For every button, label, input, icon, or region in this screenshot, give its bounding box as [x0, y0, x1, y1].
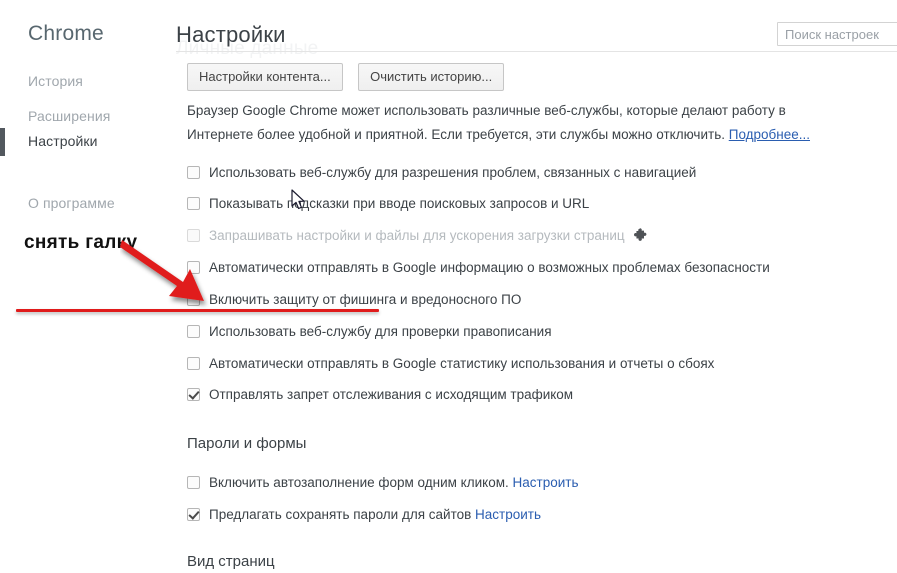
checkbox-row-do-not-track[interactable]: Отправлять запрет отслеживания с исходящ…	[187, 385, 573, 405]
checkbox-label: Автоматически отправлять в Google статис…	[209, 356, 715, 371]
checkbox-row-autofill[interactable]: Включить автозаполнение форм одним клико…	[187, 473, 578, 493]
checkbox-row-phishing-protection[interactable]: Включить защиту от фишинга и вредоносног…	[187, 290, 521, 310]
checkbox-row-prefetch: Запрашивать настройки и файлы для ускоре…	[187, 226, 649, 246]
search-input[interactable]	[778, 23, 897, 45]
header-divider	[176, 51, 897, 52]
clear-history-button[interactable]: Очистить историю...	[358, 63, 505, 91]
checkbox-label: Включить автозаполнение форм одним клико…	[209, 475, 509, 490]
checkbox-row-spellcheck[interactable]: Использовать веб-службу для проверки пра…	[187, 322, 552, 342]
chrome-brand-label: Chrome	[28, 22, 104, 45]
sidebar-item-settings[interactable]: Настройки	[28, 133, 98, 149]
checkbox-spellcheck[interactable]	[187, 325, 200, 338]
sidebar-item-about[interactable]: О программе	[28, 195, 115, 211]
search-settings-box[interactable]	[777, 22, 897, 46]
checkbox-label: Автоматически отправлять в Google информ…	[209, 260, 770, 275]
checkbox-navigation-errors[interactable]	[187, 166, 200, 179]
checkbox-row-navigation-errors[interactable]: Использовать веб-службу для разрешения п…	[187, 163, 696, 183]
checkbox-label: Использовать веб-службу для проверки пра…	[209, 324, 552, 339]
passwords-section-heading: Пароли и формы	[187, 435, 307, 452]
mouse-cursor-icon	[291, 189, 306, 215]
passwords-settings-link[interactable]: Настроить	[475, 507, 541, 522]
checkbox-usage-stats[interactable]	[187, 357, 200, 370]
sidebar-item-extensions[interactable]: Расширения	[28, 108, 110, 124]
privacy-description-text: Браузер Google Chrome может использовать…	[187, 103, 786, 142]
page-title: Настройки	[176, 22, 286, 47]
active-nav-marker	[0, 128, 5, 156]
appearance-section-heading: Вид страниц	[187, 553, 275, 570]
checkbox-row-usage-stats[interactable]: Автоматически отправлять в Google статис…	[187, 354, 714, 374]
learn-more-link[interactable]: Подробнее...	[729, 127, 810, 142]
autofill-settings-link[interactable]: Настроить	[513, 475, 579, 490]
button-row: Настройки контента... Очистить историю..…	[187, 63, 515, 91]
checkbox-save-passwords[interactable]	[187, 508, 200, 521]
sidebar-item-history[interactable]: История	[28, 73, 83, 89]
checkbox-label: Запрашивать настройки и файлы для ускоре…	[209, 228, 625, 243]
settings-main-pane: Личные данные Настройки Настройки контен…	[163, 0, 897, 573]
checkbox-label: Показывать подсказки при вводе поисковых…	[209, 196, 590, 211]
checkbox-label: Использовать веб-службу для разрешения п…	[209, 165, 697, 180]
checkbox-autofill[interactable]	[187, 476, 200, 489]
checkbox-row-save-passwords[interactable]: Предлагать сохранять пароли для сайтов Н…	[187, 505, 541, 525]
checkbox-row-search-suggestions[interactable]: Показывать подсказки при вводе поисковых…	[187, 194, 589, 214]
checkbox-do-not-track[interactable]	[187, 388, 200, 401]
annotation-red-arrow	[120, 238, 215, 315]
content-settings-button[interactable]: Настройки контента...	[187, 63, 343, 91]
checkbox-search-suggestions[interactable]	[187, 197, 200, 210]
privacy-description: Браузер Google Chrome может использовать…	[187, 99, 852, 147]
checkbox-label: Предлагать сохранять пароли для сайтов	[209, 507, 472, 522]
puzzle-piece-icon	[633, 228, 649, 249]
checkbox-row-safebrowsing-report[interactable]: Автоматически отправлять в Google информ…	[187, 258, 770, 278]
checkbox-label: Отправлять запрет отслеживания с исходящ…	[209, 387, 574, 402]
checkbox-label: Включить защиту от фишинга и вредоносног…	[209, 292, 522, 307]
